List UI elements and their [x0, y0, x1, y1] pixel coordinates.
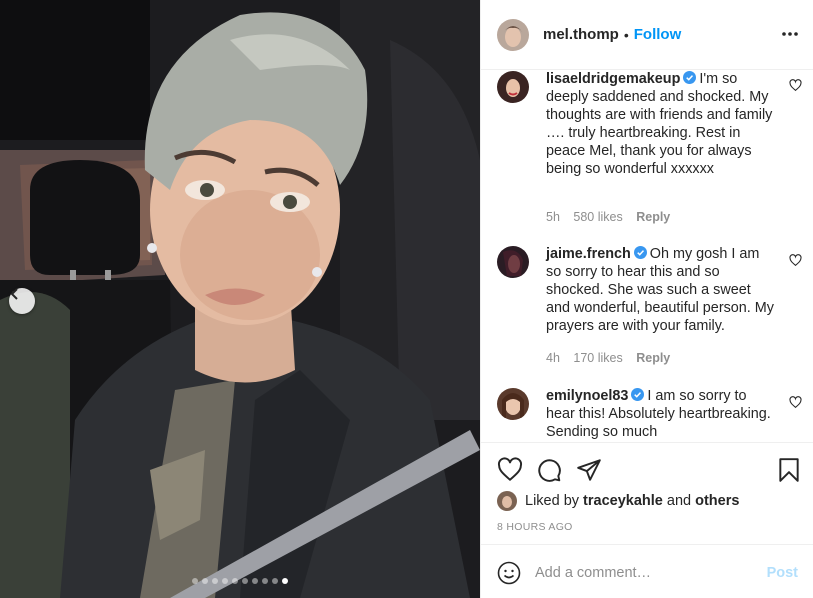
verified-badge-icon [633, 246, 647, 259]
liker-avatar[interactable] [497, 491, 517, 511]
author-username[interactable]: mel.thomp [543, 26, 619, 43]
comment-meta: 4h 170 likes Reply [546, 351, 680, 365]
comment-time: 5h [546, 210, 560, 224]
comment-username[interactable]: lisaeldridgemakeup [546, 71, 680, 87]
commenter-avatar[interactable] [497, 71, 529, 103]
carousel-indicator [0, 578, 480, 584]
liked-by-and: and [666, 493, 692, 509]
comment-bubble-icon[interactable] [536, 457, 562, 483]
carousel-dot [252, 578, 258, 584]
post-header: mel.thomp • Follow [481, 0, 813, 70]
comment-composer: Post [481, 544, 813, 598]
carousel-dot [262, 578, 268, 584]
reply-button[interactable]: Reply [636, 351, 670, 365]
post-photo[interactable] [0, 0, 480, 598]
carousel-dot [222, 578, 228, 584]
like-comment-heart-icon[interactable] [789, 396, 802, 409]
liked-by-prefix: Liked by [525, 493, 580, 509]
share-paper-plane-icon[interactable] [576, 457, 602, 483]
comment-username[interactable]: jaime.french [546, 246, 631, 262]
commenter-avatar[interactable] [497, 246, 529, 278]
selfie-illustration [0, 0, 480, 598]
liked-by-others[interactable]: others [695, 493, 739, 509]
verified-badge-icon [683, 71, 697, 84]
carousel-dot [212, 578, 218, 584]
comment-text: emilynoel83 I am so sorry to hear this! A… [546, 387, 776, 441]
post-timestamp[interactable]: 8 HOURS AGO [497, 521, 573, 533]
more-options-icon[interactable] [780, 24, 800, 44]
previous-slide-button[interactable] [9, 288, 35, 314]
carousel-dot [232, 578, 238, 584]
like-heart-icon[interactable] [497, 457, 523, 483]
commenter-avatar[interactable] [497, 388, 529, 420]
post-details-panel: mel.thomp • Follow lisaeldridgemakeup I'm… [480, 0, 813, 598]
comments-list[interactable]: lisaeldridgemakeup I'm so deeply saddened… [481, 70, 813, 442]
post-comment-button[interactable]: Post [767, 565, 798, 581]
save-bookmark-icon[interactable] [776, 457, 802, 483]
comment-time: 4h [546, 351, 560, 365]
post-actions-bar [481, 442, 813, 488]
carousel-dot [202, 578, 208, 584]
carousel-dot [192, 578, 198, 584]
liked-by-text: Liked by traceykahle and others [525, 493, 739, 509]
follow-button[interactable]: Follow [634, 26, 682, 43]
emoji-icon[interactable] [497, 561, 521, 585]
header-separator: • [623, 26, 629, 43]
carousel-dot [282, 578, 288, 584]
add-comment-input[interactable] [535, 561, 755, 585]
comment-meta: 5h 580 likes Reply [546, 210, 680, 224]
comment-text: jaime.french Oh my gosh I am so sorry to … [546, 245, 776, 335]
verified-badge-icon [631, 388, 645, 401]
reply-button[interactable]: Reply [636, 210, 670, 224]
liked-by-row: Liked by traceykahle and others [497, 491, 739, 511]
chevron-left-icon [10, 288, 18, 300]
carousel-dot [272, 578, 278, 584]
like-comment-heart-icon[interactable] [789, 254, 802, 267]
carousel-dot [242, 578, 248, 584]
comment-likes[interactable]: 580 likes [573, 210, 622, 224]
like-comment-heart-icon[interactable] [789, 79, 802, 92]
liked-by-user[interactable]: traceykahle [583, 493, 663, 509]
author-avatar[interactable] [497, 18, 529, 51]
comment-username[interactable]: emilynoel83 [546, 388, 628, 404]
comment-text: lisaeldridgemakeup I'm so deeply saddened… [546, 70, 776, 178]
comment-likes[interactable]: 170 likes [573, 351, 622, 365]
